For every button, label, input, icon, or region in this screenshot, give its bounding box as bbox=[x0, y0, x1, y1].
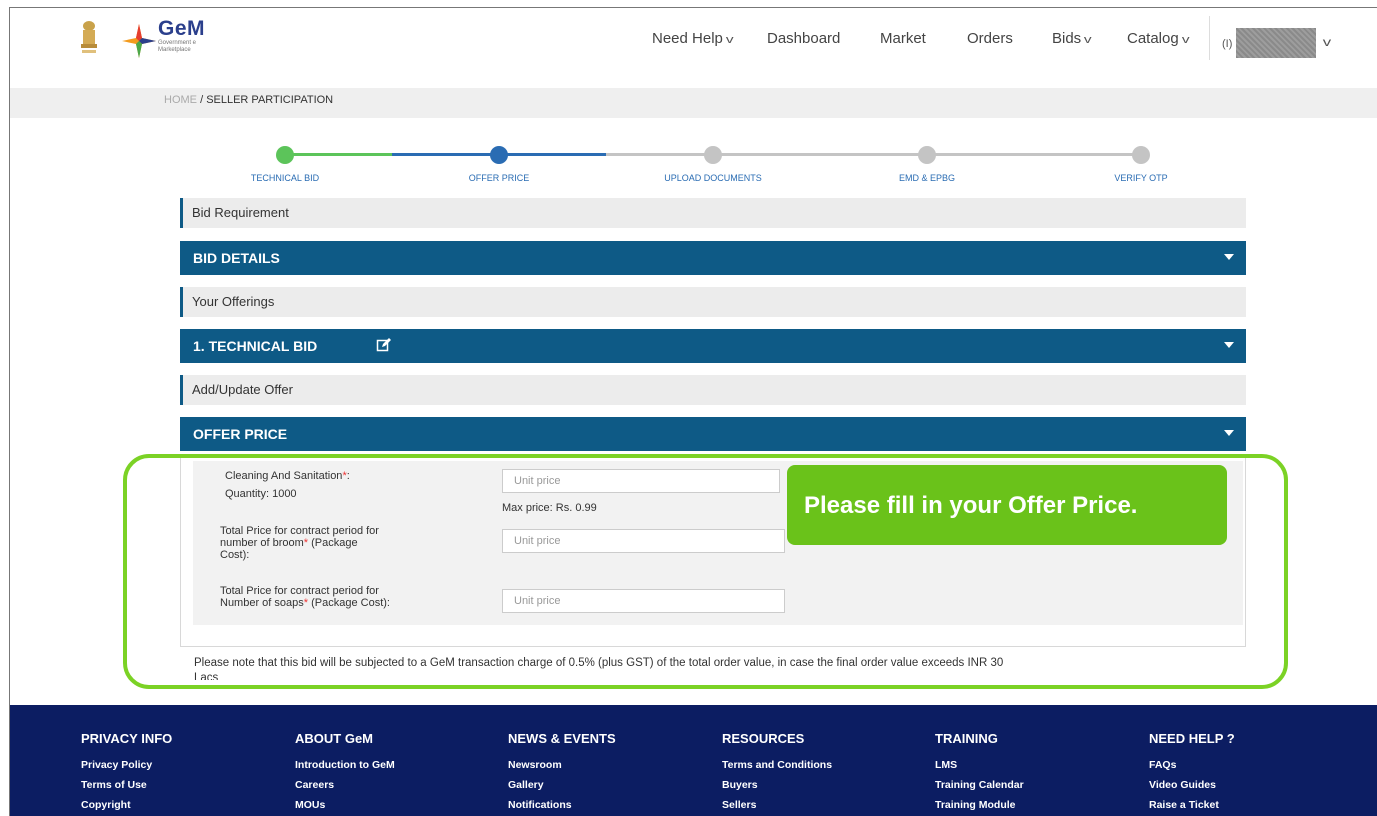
step-dot-offer-price bbox=[490, 146, 508, 164]
step-label-upload-documents: UPLOAD DOCUMENTS bbox=[664, 173, 762, 183]
user-name-redacted[interactable] bbox=[1236, 28, 1316, 58]
footer-heading: RESOURCES bbox=[722, 731, 805, 746]
footer-heading: PRIVACY INFO bbox=[81, 731, 173, 746]
nav-need-help[interactable]: Need Help v bbox=[652, 30, 734, 47]
step-dot-upload-documents bbox=[704, 146, 722, 164]
footer-link[interactable]: Terms of Use bbox=[81, 775, 172, 795]
step-dot-verify-otp bbox=[1132, 146, 1150, 164]
nav-divider bbox=[1209, 16, 1210, 60]
step-dot-technical-bid bbox=[276, 146, 294, 164]
transaction-charge-note-continued: Lacs bbox=[194, 672, 219, 680]
step-dot-emd-epbg bbox=[918, 146, 936, 164]
nav-orders-label: Orders bbox=[967, 30, 1013, 47]
footer-link[interactable]: MOUs bbox=[295, 795, 395, 815]
footer-link[interactable]: Introduction to GeM bbox=[295, 755, 395, 775]
your-offerings-heading: Your Offerings bbox=[180, 287, 1246, 317]
footer-link[interactable]: Copyright bbox=[81, 795, 172, 815]
nav-dashboard[interactable]: Dashboard bbox=[767, 30, 840, 47]
nav-catalog-label: Catalog bbox=[1127, 30, 1179, 47]
footer-link[interactable]: Video Guides bbox=[1149, 775, 1235, 795]
footer-link[interactable]: Sellers bbox=[722, 795, 832, 815]
footer-col-help: NEED HELP ? FAQs Video Guides Raise a Ti… bbox=[1149, 731, 1235, 815]
bid-details-accordion[interactable]: BID DETAILS bbox=[180, 241, 1246, 275]
nav-market[interactable]: Market bbox=[880, 30, 926, 47]
step-label-emd-epbg: EMD & EPBG bbox=[898, 173, 956, 183]
footer-link[interactable]: FAQs bbox=[1149, 755, 1235, 775]
footer: PRIVACY INFO Privacy Policy Terms of Use… bbox=[10, 705, 1377, 816]
breadcrumb-separator: / bbox=[200, 94, 204, 106]
offer-price-accordion[interactable]: OFFER PRICE bbox=[180, 417, 1246, 451]
caret-down-icon bbox=[1224, 254, 1234, 260]
footer-link[interactable]: Careers bbox=[295, 775, 395, 795]
header: GeM Government e Marketplace Need Help v … bbox=[10, 8, 1377, 88]
nav-bids[interactable]: Bids v bbox=[1052, 30, 1092, 47]
offer-price-label: OFFER PRICE bbox=[193, 426, 288, 442]
step-label-offer-price: OFFER PRICE bbox=[468, 173, 530, 183]
footer-col-about: ABOUT GeM Introduction to GeM Careers MO… bbox=[295, 731, 395, 815]
step-label-technical-bid: TECHNICAL BID bbox=[250, 173, 320, 183]
nav-need-help-label: Need Help bbox=[652, 30, 723, 47]
chevron-down-icon: v bbox=[1181, 34, 1190, 46]
footer-link[interactable]: Notifications bbox=[508, 795, 616, 815]
footer-link[interactable]: Terms and Conditions bbox=[722, 755, 832, 775]
step-label-verify-otp: VERIFY OTP bbox=[1114, 173, 1168, 183]
breadcrumb: HOME / SELLER PARTICIPATION bbox=[164, 94, 333, 106]
footer-col-resources: RESOURCES Terms and Conditions Buyers Se… bbox=[722, 731, 832, 815]
user-initial: (I) bbox=[1222, 38, 1233, 50]
footer-link[interactable]: Training Module bbox=[935, 795, 1024, 815]
footer-heading: ABOUT GeM bbox=[295, 731, 373, 746]
footer-link[interactable]: Newsroom bbox=[508, 755, 616, 775]
footer-link[interactable]: LMS bbox=[935, 755, 1024, 775]
nav-bids-label: Bids bbox=[1052, 30, 1082, 47]
nav-market-label: Market bbox=[880, 30, 926, 47]
main-nav: Need Help v Dashboard Market Orders Bids v… bbox=[10, 30, 1377, 50]
footer-link[interactable]: Raise a Ticket bbox=[1149, 795, 1235, 815]
footer-heading: NEWS & EVENTS bbox=[508, 731, 616, 746]
footer-heading: NEED HELP ? bbox=[1149, 731, 1235, 746]
nav-catalog[interactable]: Catalog v bbox=[1127, 30, 1190, 47]
footer-link[interactable]: Buyers bbox=[722, 775, 832, 795]
breadcrumb-home[interactable]: HOME bbox=[164, 94, 197, 106]
add-update-offer-heading: Add/Update Offer bbox=[180, 375, 1246, 405]
nav-dashboard-label: Dashboard bbox=[767, 30, 841, 47]
technical-bid-label: 1. TECHNICAL BID bbox=[193, 338, 318, 354]
chevron-down-icon: v bbox=[1084, 34, 1092, 46]
stepper-segment-active bbox=[499, 153, 606, 156]
technical-bid-accordion[interactable]: 1. TECHNICAL BID bbox=[180, 329, 1246, 363]
footer-heading: TRAINING bbox=[935, 731, 998, 746]
bid-requirement-heading: Bid Requirement bbox=[180, 198, 1246, 228]
footer-col-news: NEWS & EVENTS Newsroom Gallery Notificat… bbox=[508, 731, 616, 815]
stepper-segment-active bbox=[392, 153, 499, 156]
footer-col-training: TRAINING LMS Training Calendar Training … bbox=[935, 731, 1024, 815]
progress-stepper: TECHNICAL BID OFFER PRICE UPLOAD DOCUMEN… bbox=[10, 143, 1377, 193]
stepper-segment-complete bbox=[285, 153, 392, 156]
page: GeM Government e Marketplace Need Help v … bbox=[9, 7, 1377, 816]
nav-orders[interactable]: Orders bbox=[967, 30, 1013, 47]
caret-down-icon bbox=[1224, 430, 1234, 436]
stepper-segment-pending bbox=[606, 153, 1141, 156]
footer-link[interactable]: Training Calendar bbox=[935, 775, 1024, 795]
user-menu-chevron-icon[interactable]: v bbox=[1323, 35, 1331, 49]
caret-down-icon bbox=[1224, 342, 1234, 348]
footer-link[interactable]: Gallery bbox=[508, 775, 616, 795]
bid-details-label: BID DETAILS bbox=[193, 250, 280, 266]
footer-link[interactable]: Privacy Policy bbox=[81, 755, 172, 775]
breadcrumb-current: SELLER PARTICIPATION bbox=[206, 94, 334, 106]
footer-col-privacy: PRIVACY INFO Privacy Policy Terms of Use… bbox=[81, 731, 172, 815]
chevron-down-icon: v bbox=[725, 34, 734, 46]
transaction-charge-note: Please note that this bid will be subjec… bbox=[194, 657, 1004, 669]
edit-icon[interactable] bbox=[376, 337, 392, 353]
